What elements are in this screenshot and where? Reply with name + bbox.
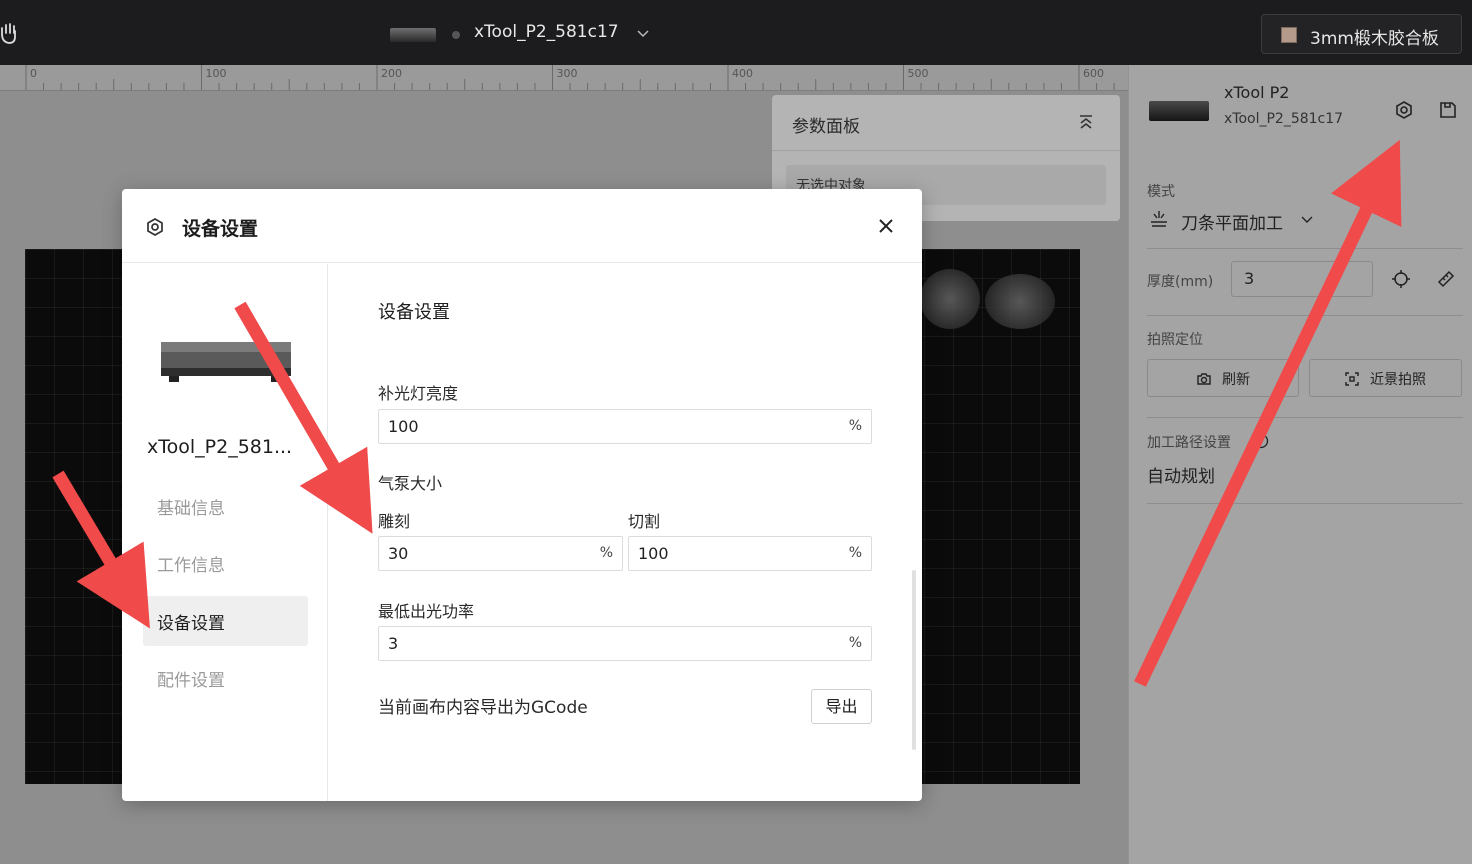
nav-basic-info[interactable]: 基础信息 xyxy=(143,481,308,531)
ruler-tick-label: 300 xyxy=(557,67,578,80)
engrave-air-value: 30 xyxy=(388,544,409,563)
mode-selector[interactable]: 刀条平面加工 xyxy=(1181,209,1283,234)
ruler-tick-label: 400 xyxy=(732,67,753,80)
connection-status-dot xyxy=(452,31,460,39)
camera-image-part xyxy=(920,269,980,329)
camera-icon xyxy=(1197,373,1211,385)
export-gcode-label: 当前画布内容导出为GCode xyxy=(378,698,588,718)
camera-image-part xyxy=(985,274,1055,329)
material-label: 3mm椴木胶合板 xyxy=(1310,29,1439,49)
divider xyxy=(1147,315,1463,316)
ruler-tick-label: 600 xyxy=(1083,67,1104,80)
mode-label: 模式 xyxy=(1147,184,1175,200)
info-icon[interactable] xyxy=(1253,433,1269,449)
machine-model: xTool P2 xyxy=(1224,83,1290,102)
divider xyxy=(1147,248,1463,249)
blade-icon xyxy=(1151,211,1167,227)
collapse-icon[interactable] xyxy=(1077,113,1095,131)
device-thumbnail xyxy=(390,28,436,42)
path-setting-label: 加工路径设置 xyxy=(1147,435,1231,451)
closeup-photo-button[interactable]: 近景拍照 xyxy=(1309,359,1462,397)
chevron-down-icon[interactable] xyxy=(1300,212,1314,226)
air-pump-label: 气泵大小 xyxy=(378,474,443,493)
engrave-label: 雕刻 xyxy=(378,512,411,531)
material-selector[interactable]: 3mm椴木胶合板 xyxy=(1261,14,1462,54)
ruler-tick-label: 500 xyxy=(908,67,929,80)
thickness-input[interactable]: 3 xyxy=(1231,261,1373,297)
top-bar: xTool_P2_581c17 3mm椴木胶合板 xyxy=(0,0,1472,65)
horizontal-ruler: 0 100 200 300 400 500 600 xyxy=(0,65,1128,91)
material-swatch xyxy=(1281,27,1297,43)
percent-unit: % xyxy=(848,635,862,651)
dialog-header: 设备设置 xyxy=(122,189,922,263)
nav-item-label: 配件设置 xyxy=(157,671,225,691)
percent-unit: % xyxy=(599,545,613,561)
divider xyxy=(772,150,1120,151)
close-icon[interactable] xyxy=(877,217,895,235)
closeup-label: 近景拍照 xyxy=(1370,372,1426,388)
dialog-scrollbar[interactable] xyxy=(912,570,916,750)
cut-label: 切割 xyxy=(628,512,661,531)
dialog-title: 设备设置 xyxy=(182,218,259,240)
divider xyxy=(1147,417,1463,418)
photo-position-label: 拍照定位 xyxy=(1147,332,1203,348)
refresh-label: 刷新 xyxy=(1222,372,1250,388)
device-settings-dialog: 设备设置 xTool_P2_581... 基础信息 工作信息 设备设置 配件设置… xyxy=(122,189,922,801)
refresh-button[interactable]: 刷新 xyxy=(1147,359,1299,397)
thickness-label: 厚度(mm) xyxy=(1147,274,1214,290)
hand-tool-icon[interactable] xyxy=(0,22,20,46)
min-power-label: 最低出光功率 xyxy=(378,602,475,621)
section-title: 设备设置 xyxy=(378,302,450,323)
percent-unit: % xyxy=(848,418,862,434)
nav-accessory-settings[interactable]: 配件设置 xyxy=(143,653,308,703)
settings-icon[interactable] xyxy=(1394,100,1414,120)
nav-item-label: 工作信息 xyxy=(157,556,225,576)
path-setting-value[interactable]: 自动规划 xyxy=(1147,462,1215,487)
device-name: xTool_P2_581... xyxy=(147,436,293,458)
dialog-content: 设备设置 补光灯亮度 100 % 气泵大小 雕刻 切割 30 % 100 % 最… xyxy=(329,264,922,801)
nav-item-label: 设备设置 xyxy=(157,614,225,634)
device-selector[interactable]: xTool_P2_581c17 xyxy=(474,22,619,42)
divider xyxy=(1147,503,1463,504)
nav-item-label: 基础信息 xyxy=(157,499,225,519)
fill-light-input[interactable]: 100 % xyxy=(378,409,872,444)
cut-air-input[interactable]: 100 % xyxy=(628,536,872,571)
device-image xyxy=(161,342,291,382)
nav-device-settings[interactable]: 设备设置 xyxy=(143,596,308,646)
fill-light-value: 100 xyxy=(388,417,419,436)
ruler-ticks: 0 100 200 300 400 500 600 xyxy=(25,65,1115,90)
ruler-measure-icon[interactable] xyxy=(1436,269,1456,289)
thickness-value: 3 xyxy=(1244,269,1255,288)
export-button[interactable]: 导出 xyxy=(811,689,872,724)
settings-icon xyxy=(147,218,163,236)
min-power-value: 3 xyxy=(388,634,399,653)
crosshair-icon[interactable] xyxy=(1391,269,1411,289)
nav-work-info[interactable]: 工作信息 xyxy=(143,538,308,588)
engrave-air-input[interactable]: 30 % xyxy=(378,536,623,571)
machine-image xyxy=(1149,101,1209,121)
min-power-input[interactable]: 3 % xyxy=(378,626,872,661)
ruler-tick-label: 200 xyxy=(381,67,402,80)
focus-icon xyxy=(1345,372,1359,386)
chevron-down-icon[interactable] xyxy=(636,26,650,40)
ruler-tick-label: 100 xyxy=(206,67,227,80)
fill-light-label: 补光灯亮度 xyxy=(378,384,459,403)
right-sidebar: xTool P2 xTool_P2_581c17 模式 刀条平面加工 厚度(mm… xyxy=(1128,65,1472,864)
cut-air-value: 100 xyxy=(638,544,669,563)
ruler-tick-label: 0 xyxy=(30,67,37,80)
save-icon[interactable] xyxy=(1438,100,1458,120)
param-panel-title: 参数面板 xyxy=(792,117,860,137)
machine-id: xTool_P2_581c17 xyxy=(1224,111,1344,127)
percent-unit: % xyxy=(848,545,862,561)
dialog-nav: xTool_P2_581... 基础信息 工作信息 设备设置 配件设置 xyxy=(122,264,328,801)
